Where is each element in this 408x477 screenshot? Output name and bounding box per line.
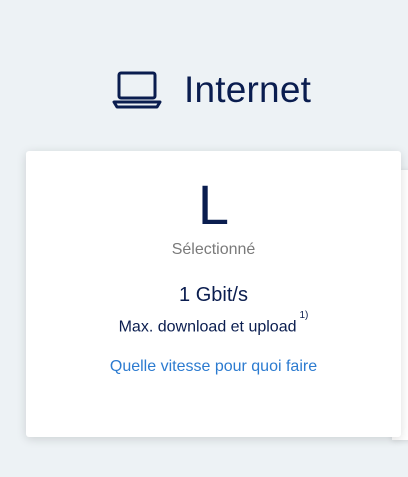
- footnote-marker: 1): [299, 310, 309, 321]
- speed-description-text: Max. download et upload: [118, 318, 297, 336]
- section-header: Internet: [112, 66, 311, 114]
- plan-speed: 1 Gbit/s: [179, 284, 248, 306]
- speed-help-link[interactable]: Quelle vitesse pour quoi faire: [106, 356, 321, 377]
- laptop-icon: [112, 71, 162, 109]
- plan-status: Sélectionné: [171, 241, 256, 258]
- plan-letter: L: [197, 173, 230, 236]
- section-title: Internet: [184, 69, 312, 110]
- plan-card[interactable]: L Sélectionné 1 Gbit/s Max. download et …: [26, 151, 401, 437]
- speed-description: Max. download et upload1): [26, 310, 401, 336]
